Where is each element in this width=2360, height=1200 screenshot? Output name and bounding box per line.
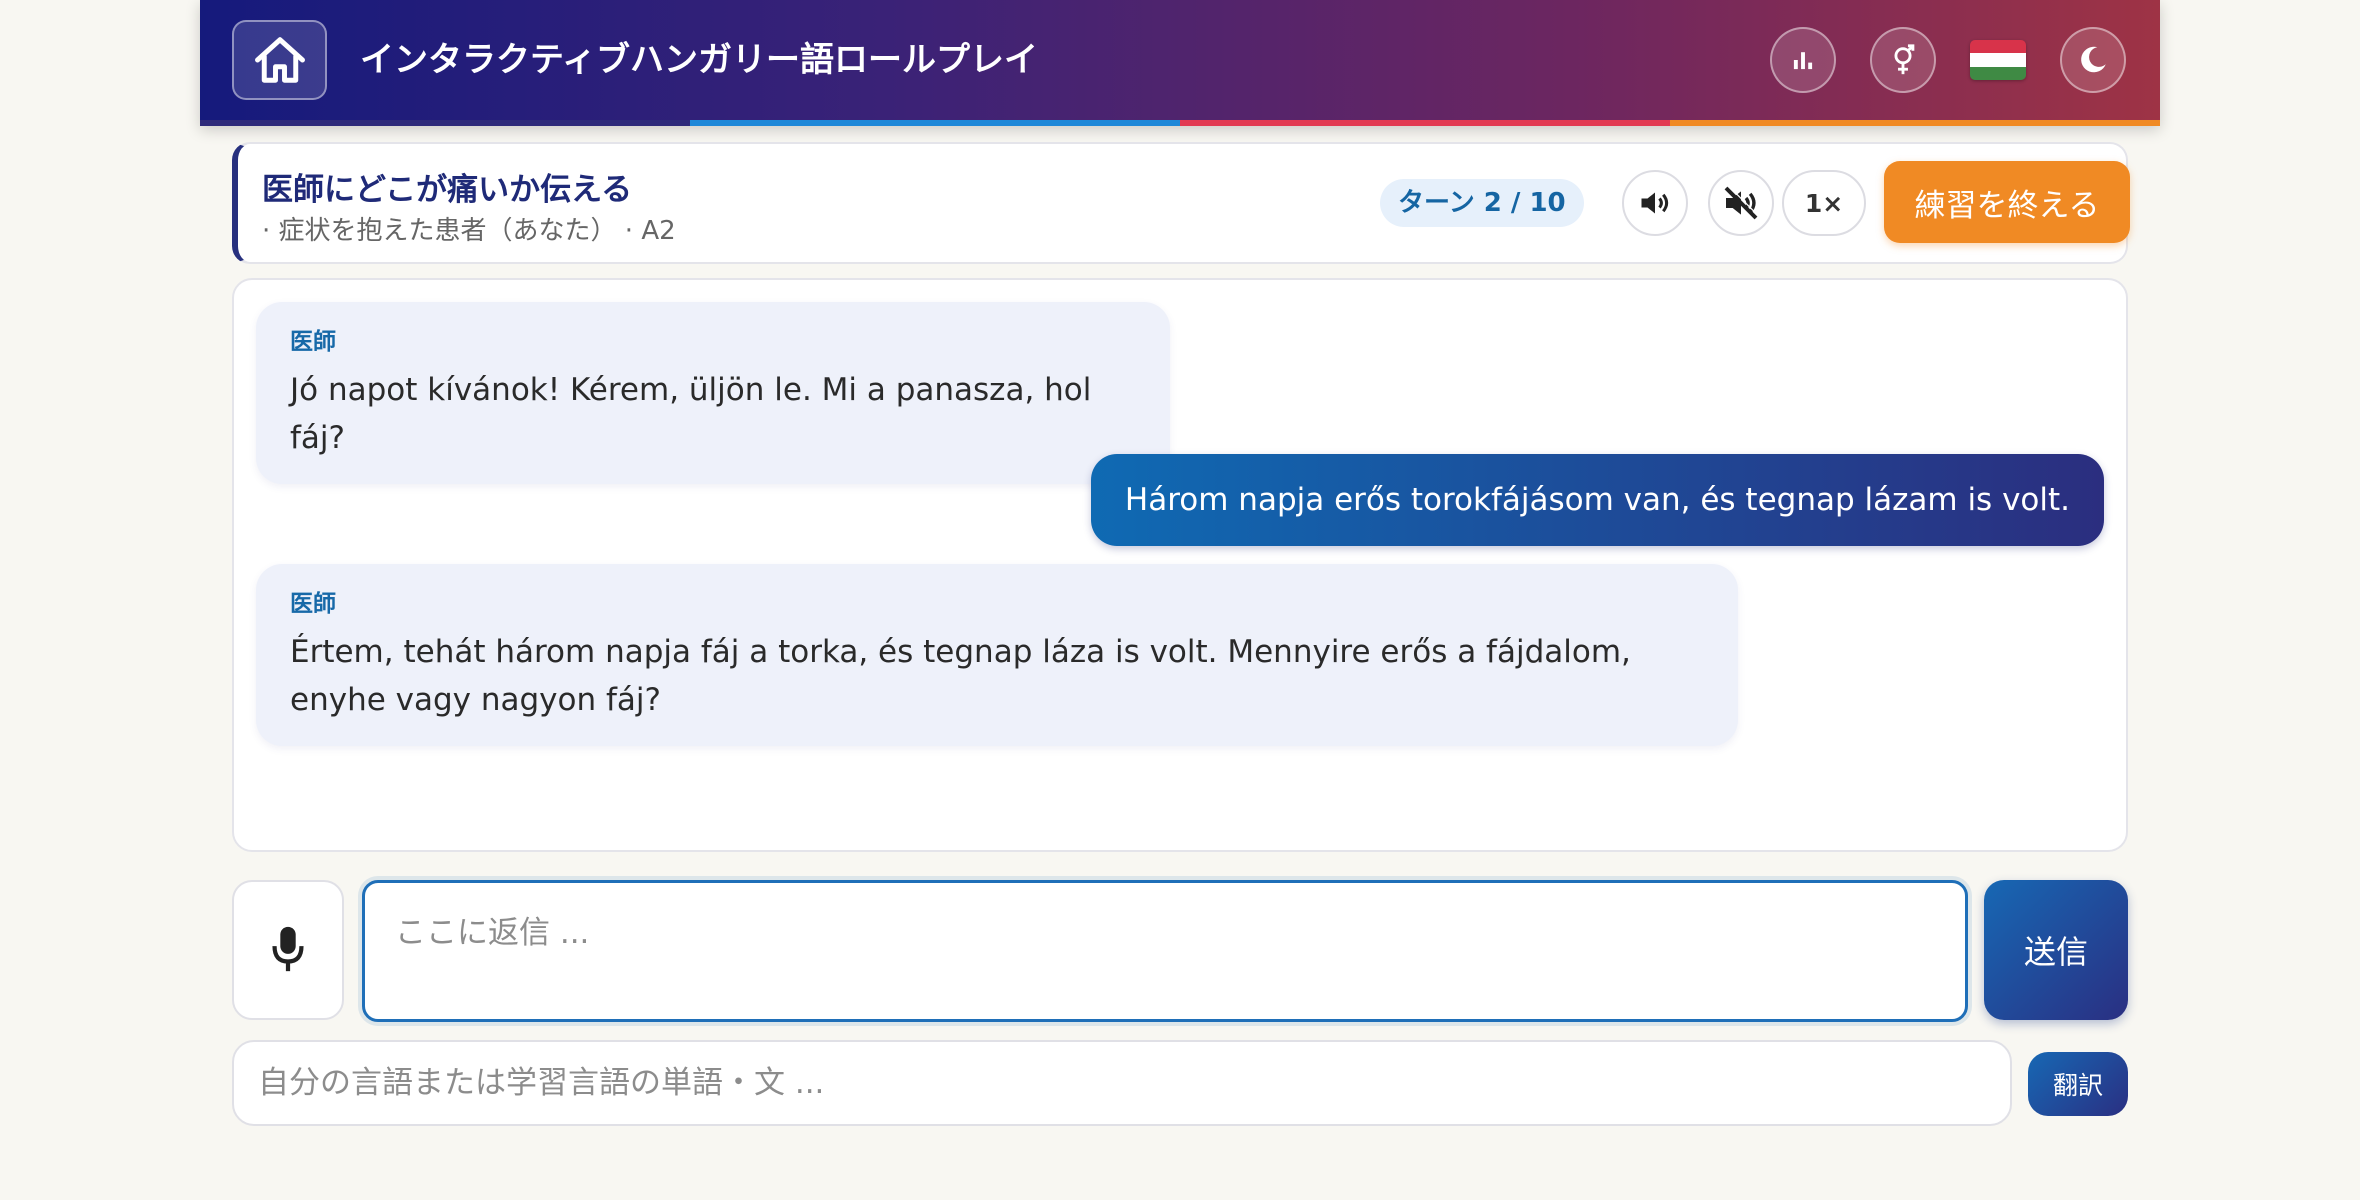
home-icon [254, 37, 305, 83]
theme-toggle-button[interactable] [2060, 27, 2126, 93]
scenario-bar: 医師にどこが痛いか伝える · 症状を抱えた患者（あなた） · A2 ターン 2 … [232, 142, 2130, 264]
app-title: インタラクティブハンガリー語ロールプレイ [360, 40, 1038, 80]
mute-auto-play-button[interactable] [1708, 170, 1774, 236]
message-text[interactable]: Jó napot kívánok! Kérem, üljön le. Mi a … [290, 366, 1136, 462]
message-text[interactable]: Értem, tehát három napja fáj a torka, és… [290, 628, 1704, 724]
sound-button[interactable] [1622, 170, 1688, 236]
scenario-subtitle: · 症状を抱えた患者（あなた） · A2 [262, 216, 676, 246]
scenario-title: 医師にどこが痛いか伝える [262, 172, 633, 208]
hungary-flag-icon[interactable] [1970, 40, 2026, 80]
app-root: インタラクティブハンガリー語ロールプレイ 医師にどこが痛いか伝える · 症状を抱… [200, 0, 2160, 1200]
moon-icon [2081, 46, 2106, 73]
translate-input[interactable] [232, 1040, 2012, 1126]
header-stripe [200, 120, 2160, 126]
message-bot: 医師 Értem, tehát három napja fáj a torka,… [256, 564, 1738, 746]
app-header: インタラクティブハンガリー語ロールプレイ [200, 0, 2160, 126]
bar-chart-icon [1793, 52, 1813, 70]
send-button[interactable]: 送信 [1984, 880, 2128, 1020]
home-button[interactable] [232, 20, 327, 100]
mute-icon [1724, 185, 1759, 220]
speaker-icon [1641, 192, 1669, 214]
turn-counter-badge: ターン 2 / 10 [1380, 179, 1584, 227]
translate-button[interactable]: 翻訳 [2028, 1052, 2128, 1116]
message-speaker: 医師 [290, 591, 336, 617]
stats-button[interactable] [1770, 27, 1836, 93]
microphone-button[interactable] [232, 880, 344, 1020]
gender-button[interactable] [1870, 27, 1936, 93]
message-speaker: 医師 [290, 329, 336, 355]
reply-input[interactable] [362, 880, 1968, 1022]
microphone-icon [272, 926, 304, 972]
chat-log[interactable]: 医師 Jó napot kívánok! Kérem, üljön le. Mi… [232, 278, 2128, 852]
message-bot: 医師 Jó napot kívánok! Kérem, üljön le. Mi… [256, 302, 1170, 484]
gender-icon [1894, 44, 1915, 75]
message-user[interactable]: Három napja erős torokfájásom van, és te… [1090, 454, 2104, 546]
end-practice-button[interactable]: 練習を終える [1884, 161, 2130, 243]
speed-toggle-button[interactable]: 1× [1782, 170, 1866, 236]
